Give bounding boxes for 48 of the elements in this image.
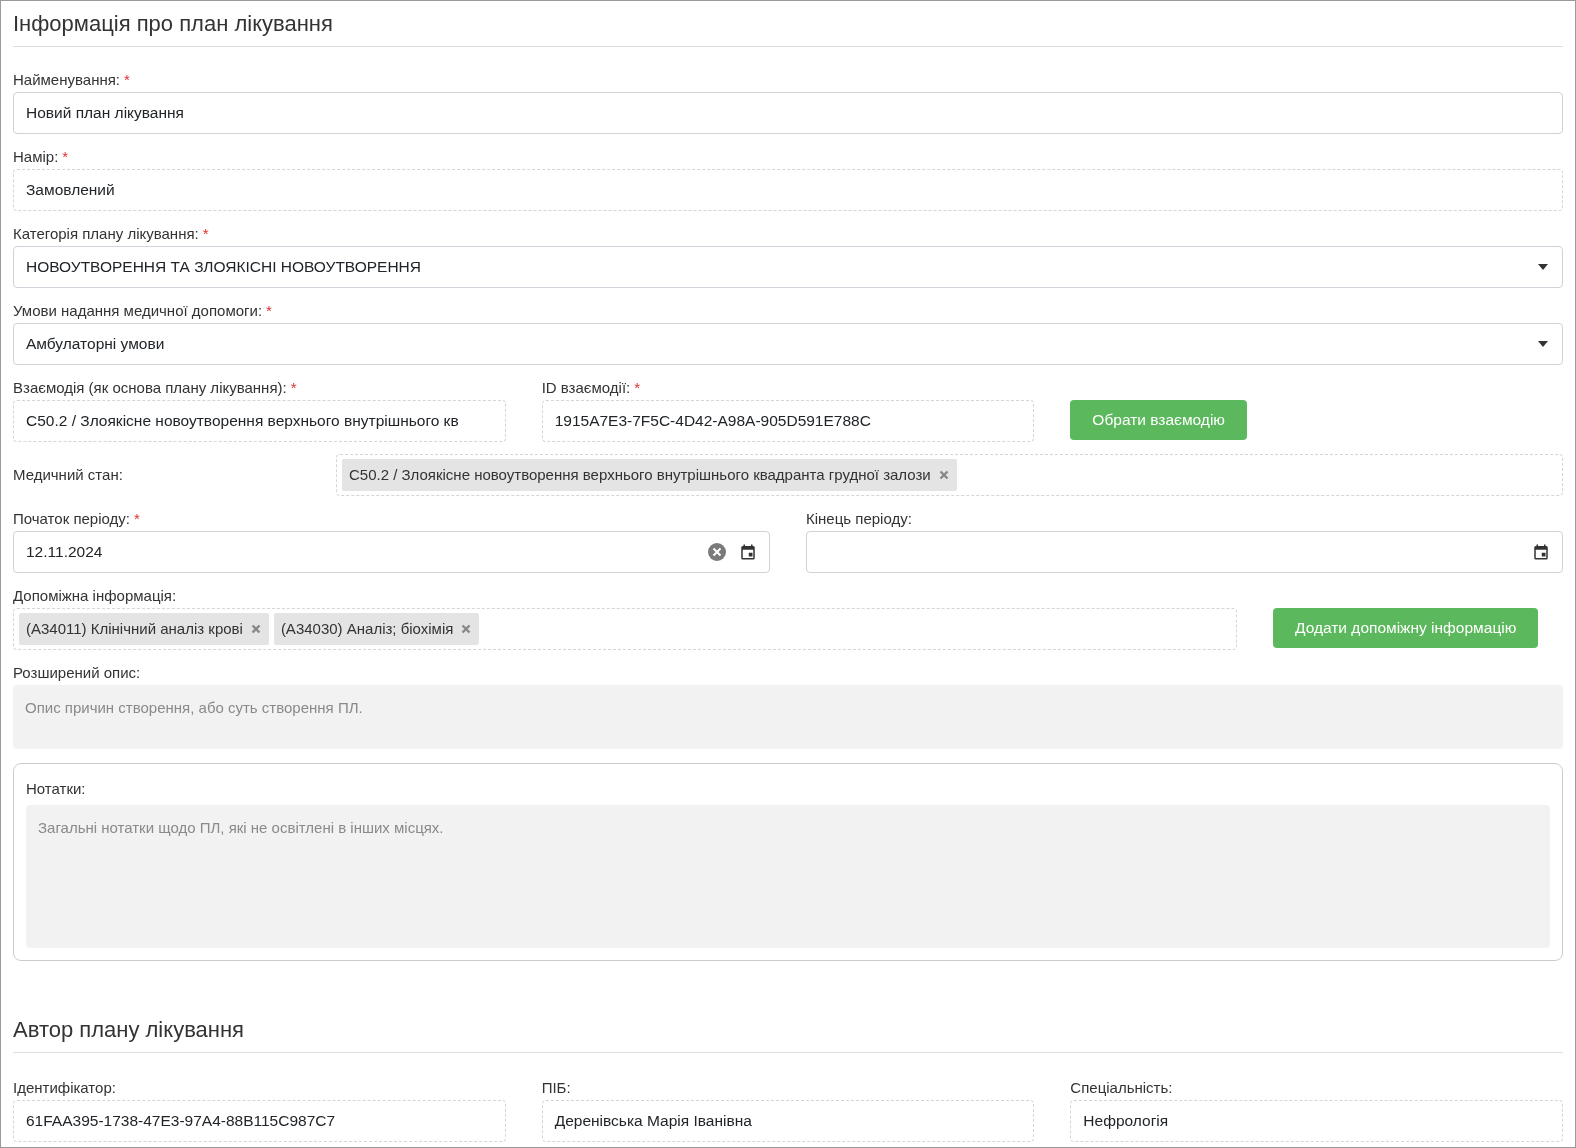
- readonly-field: C50.2 / Злоякісне новоутворення верхнього внутрішнього кв: [13, 400, 506, 442]
- tags-field[interactable]: (А34011) Клінічний аналіз крові (А34030) Аналіз; біохімія: [13, 608, 1237, 650]
- remove-icon[interactable]: [938, 470, 949, 480]
- required-mark: *: [290, 377, 297, 398]
- field-label: ПІБ:: [541, 1077, 572, 1098]
- field-label: Нотатки:: [26, 779, 87, 799]
- field-label: Категорія плану лікування:: [13, 223, 199, 244]
- date-field[interactable]: 12.11.2024: [13, 531, 770, 573]
- select-field[interactable]: НОВОУТВОРЕННЯ ТА ЗЛОЯКІСНІ НОВОУТВОРЕННЯ: [13, 246, 1563, 288]
- field-label: Умови надання медичної допомоги:: [13, 300, 263, 321]
- required-mark: *: [124, 69, 130, 90]
- field-label: Кінець періоду:: [806, 508, 912, 529]
- tag-label: C50.2 / Злоякісне новоутворення верхнього внутрішнього квадранта грудної залози: [349, 464, 931, 485]
- tag-label: (А34030) Аналіз; біохімія: [280, 618, 454, 639]
- field-label: Медичний стан:: [13, 466, 123, 483]
- remove-icon[interactable]: [461, 624, 472, 634]
- section-title: Автор плану лікування: [13, 1012, 1563, 1053]
- field-label: Початок періоду:: [13, 508, 130, 529]
- field-label: Намір:: [13, 146, 59, 167]
- tag-label: (А34011) Клінічний аналіз крові: [26, 618, 243, 639]
- field-label: Допоміжна інформація:: [13, 585, 177, 606]
- field-label: Найменування:: [13, 69, 120, 90]
- date-field[interactable]: [806, 531, 1563, 573]
- readonly-field: Замовлений: [13, 169, 1563, 211]
- required-mark: *: [266, 300, 272, 321]
- caret-icon: [1538, 264, 1548, 270]
- required-mark: *: [133, 508, 140, 529]
- field-label: ID взаємодії:: [541, 377, 631, 398]
- field-label: Спеціальність:: [1070, 1077, 1174, 1098]
- caret-icon: [1538, 341, 1548, 347]
- calendar-icon[interactable]: [1532, 543, 1550, 561]
- select-field[interactable]: Амбулаторні умови: [13, 323, 1563, 365]
- tags-field[interactable]: C50.2 / Злоякісне новоутворення верхнього внутрішнього квадранта грудної залози: [336, 454, 1563, 496]
- required-mark: *: [202, 223, 209, 244]
- text-input[interactable]: Новий план лікування: [13, 92, 1563, 134]
- required-mark: *: [62, 146, 69, 167]
- readonly-field: Нефрологія: [1070, 1099, 1563, 1142]
- remove-icon[interactable]: [250, 624, 261, 634]
- section-title: Інформація про план лікування: [13, 7, 1563, 47]
- readonly-field: 1915A7E3-7F5C-4D42-A98A-905D591E788C: [541, 400, 1035, 442]
- readonly-field: 61FAA395-1738-47E3-97A4-88B115C987C7: [13, 1099, 506, 1142]
- required-mark: *: [634, 377, 641, 398]
- calendar-icon[interactable]: [739, 543, 757, 561]
- field-label: Розширений опис:: [13, 662, 141, 683]
- field-label: Взаємодія (як основа плану лікування):: [13, 377, 287, 398]
- clear-icon[interactable]: [707, 542, 727, 562]
- field-label: Ідентифікатор:: [13, 1077, 117, 1098]
- readonly-field: Деренівська Марія Іванівна: [541, 1099, 1035, 1142]
